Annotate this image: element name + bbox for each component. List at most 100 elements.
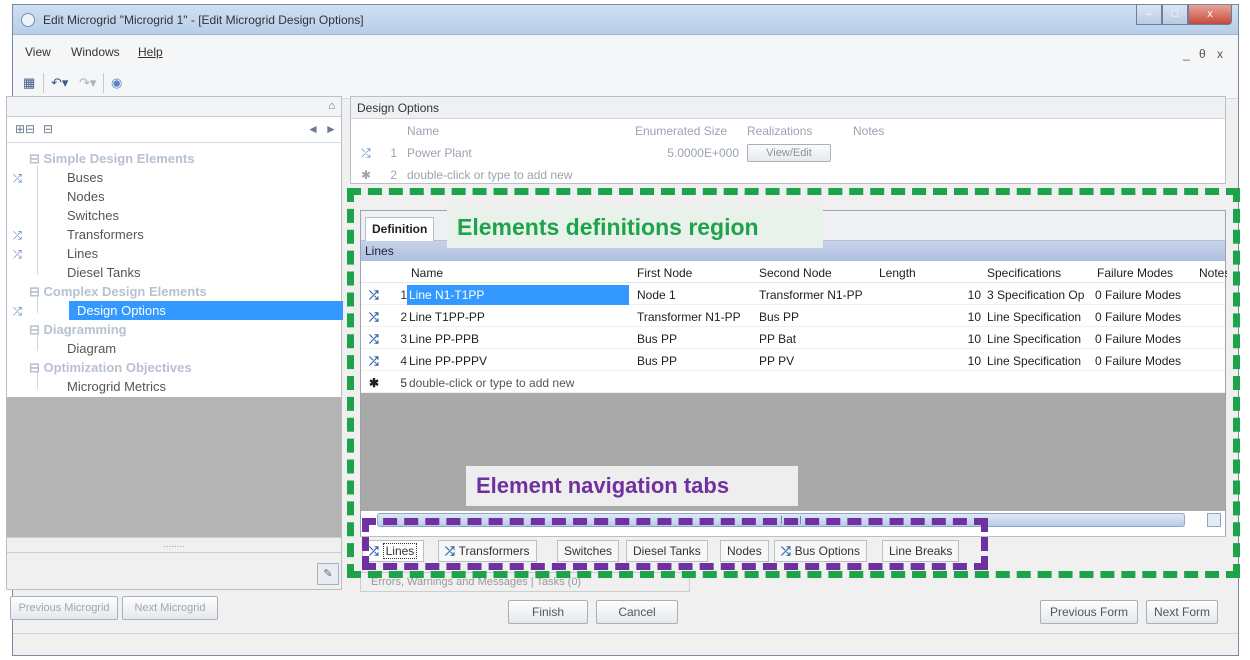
mdi-close-button[interactable]: x [1217,47,1223,61]
menu-help[interactable]: Help [138,45,163,59]
tree-item-transformers[interactable]: ⤮ Transformers [7,225,341,244]
cell-failure-modes[interactable]: 0 Failure Modes [1095,329,1195,349]
column-header[interactable]: Second Node [759,263,832,283]
mdi-restore-button[interactable]: θ [1199,47,1206,61]
tree-item-lines[interactable]: ⤮ Lines [7,244,341,263]
cell-length[interactable]: 10 [879,329,981,349]
tab-nodes[interactable]: Nodes [720,540,769,562]
save-icon[interactable]: ▦ [23,75,35,91]
cell-first-node[interactable]: Transformer N1-PP [637,307,741,327]
undo-icon[interactable]: ↶▾ [51,75,68,91]
cell-specifications[interactable]: Line Specification [987,351,1091,371]
view-edit-button[interactable]: View/Edit [747,144,831,162]
tree-item-diesel-tanks[interactable]: Diesel Tanks [7,263,341,282]
back-arrow-icon[interactable]: ◄ [307,122,319,136]
menu-view[interactable]: View [25,45,51,59]
cell-first-node[interactable]: Node 1 [637,285,676,305]
panel-splitter[interactable]: ........ [7,537,341,553]
cell-name[interactable]: Line PP-PPB [409,329,479,349]
maximize-button[interactable]: □ [1162,5,1188,25]
tree-item-switches[interactable]: Switches [7,206,341,225]
grid-header: Name First Node Second Node Length Speci… [361,263,1227,283]
edit-icon[interactable]: ✎ [317,563,339,585]
cell-name[interactable]: Line T1PP-PP [409,307,485,327]
tree-group-complex[interactable]: ⊟ Complex Design Elements [7,282,341,301]
cell-name[interactable]: double-click or type to add new [407,165,572,185]
tree-item-nodes[interactable]: Nodes [7,187,341,206]
tree-group-optimization[interactable]: ⊟ Optimization Objectives [7,358,341,377]
previous-microgrid-button[interactable]: Previous Microgrid [10,596,118,620]
cell-second-node[interactable]: PP PV [759,351,794,371]
collapse-all-icon[interactable]: ⊟ [43,122,53,136]
cell-first-node[interactable]: Bus PP [637,351,677,371]
cell-name[interactable]: Line PP-PPPV [409,351,487,371]
horizontal-scrollbar[interactable] [377,513,1185,527]
tab-definition[interactable]: Definition [365,217,435,241]
cell-name[interactable]: Power Plant [407,143,472,163]
cell-specifications[interactable]: Line Specification [987,307,1091,327]
cell-specifications[interactable]: Line Specification [987,329,1091,349]
cell-length[interactable]: 10 [879,351,981,371]
column-header[interactable]: First Node [637,263,692,283]
table-row[interactable]: ⤮ 4 Line PP-PPPV Bus PP PP PV 10 Line Sp… [361,351,1225,371]
finish-button[interactable]: Finish [508,600,588,624]
messages-strip[interactable]: Errors, Warnings and Messages | Tasks (0… [360,572,690,592]
column-header[interactable]: Failure Modes [1097,263,1173,283]
cell-failure-modes[interactable]: 0 Failure Modes [1095,285,1195,305]
table-row[interactable]: ⤮ 2 Line T1PP-PP Transformer N1-PP Bus P… [361,307,1225,327]
mdi-minimize-button[interactable]: _ [1183,47,1190,61]
tree-item-buses[interactable]: ⤮ Buses [7,168,341,187]
tree-group-diagramming[interactable]: ⊟ Diagramming [7,320,341,339]
cell-size[interactable]: 5.0000E+000 [647,143,739,163]
forward-arrow-icon[interactable]: ► [325,122,337,136]
new-row[interactable]: ✱ 5 double-click or type to add new [361,373,1225,393]
column-header[interactable]: Length [879,263,916,283]
tree-item-design-options[interactable]: ⤮ Design Options [7,301,343,320]
column-header[interactable]: Name [411,263,443,283]
tab-line-breaks[interactable]: Line Breaks [882,540,960,562]
cell-second-node[interactable]: PP Bat [759,329,796,349]
cell-length[interactable]: 10 [879,285,981,305]
cell-second-node[interactable]: Transformer N1-PP [759,285,863,305]
cell-failure-modes[interactable]: 0 Failure Modes [1095,351,1195,371]
pin-icon[interactable]: ⌂ [328,100,335,112]
scroll-thumb[interactable] [781,516,801,524]
cancel-button[interactable]: Cancel [596,600,678,624]
tree-group-simple[interactable]: ⊟ Simple Design Elements [7,149,341,168]
cell-length[interactable]: 10 [879,307,981,327]
expand-all-icon[interactable]: ⊞⊟ [15,122,35,136]
tab-diesel-tanks[interactable]: Diesel Tanks [626,540,708,562]
column-header[interactable]: Notes [1199,263,1227,283]
new-row[interactable]: ✱ 2 double-click or type to add new [351,165,1225,185]
column-header[interactable]: Name [407,121,439,141]
cell-name[interactable]: double-click or type to add new [409,373,574,393]
next-form-button[interactable]: Next Form [1146,600,1218,624]
help-icon[interactable]: ◉ [111,75,122,91]
table-row[interactable]: ⤮ 1 Power Plant 5.0000E+000 View/Edit [351,143,1225,163]
column-header[interactable]: Specifications [987,263,1061,283]
cell-second-node[interactable]: Bus PP [759,307,799,327]
close-button[interactable]: x [1188,5,1232,25]
design-element-icon: ⤮ [369,354,379,368]
column-header[interactable]: Enumerated Size [635,121,727,141]
tree-item-diagram[interactable]: Diagram [7,339,341,358]
column-header[interactable]: Notes [853,121,884,141]
tab-lines[interactable]: ⤮ Lines [362,540,425,562]
cell-failure-modes[interactable]: 0 Failure Modes [1095,307,1195,327]
previous-form-button[interactable]: Previous Form [1040,600,1138,624]
table-row[interactable]: ⤮ 1 Line N1-T1PP Node 1 Transformer N1-P… [361,285,1225,305]
cell-name[interactable]: Line N1-T1PP [407,285,629,305]
scroll-right-button[interactable] [1207,513,1221,527]
next-microgrid-button[interactable]: Next Microgrid [122,596,218,620]
menu-windows[interactable]: Windows [71,45,120,59]
column-header[interactable]: Realizations [747,121,812,141]
tab-bus-options[interactable]: ⤮ Bus Options [774,540,867,562]
redo-icon[interactable]: ↷▾ [79,75,96,91]
cell-first-node[interactable]: Bus PP [637,329,677,349]
tab-switches[interactable]: Switches [557,540,620,562]
table-row[interactable]: ⤮ 3 Line PP-PPB Bus PP PP Bat 10 Line Sp… [361,329,1225,349]
minimize-button[interactable]: – [1136,5,1162,25]
tree-item-microgrid-metrics[interactable]: Microgrid Metrics [7,377,341,396]
tab-transformers[interactable]: ⤮ Transformers [438,540,537,562]
cell-specifications[interactable]: 3 Specification Op [987,285,1091,305]
